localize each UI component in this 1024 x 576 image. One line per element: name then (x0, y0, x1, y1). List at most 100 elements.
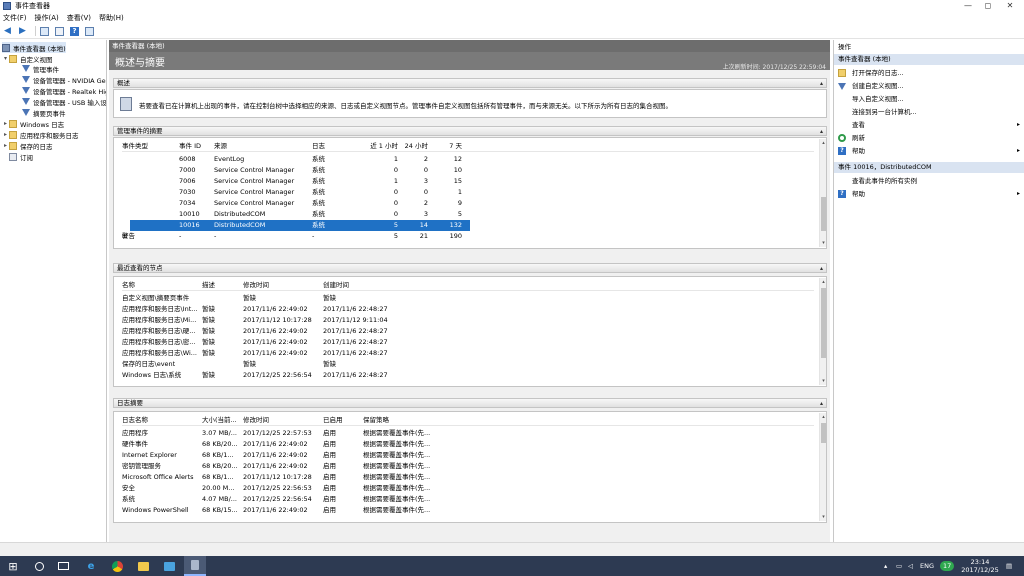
action-item[interactable]: 创建自定义视图... (838, 80, 1023, 92)
close-button[interactable]: ✕ (998, 0, 1022, 12)
action-item[interactable]: 打开保存的日志... (838, 67, 1023, 79)
forward-arrow-icon[interactable]: ▶ (17, 26, 28, 37)
column-header[interactable]: 创建时间 (323, 280, 399, 291)
chrome-icon[interactable] (106, 556, 128, 576)
actions-group-local[interactable]: 事件查看器 (本地) (834, 54, 1024, 65)
expand-plus-icon[interactable]: ⊞ (122, 231, 127, 242)
tree-item-summary-events[interactable]: 摘要页事件 (22, 107, 66, 118)
log-row[interactable]: Microsoft Office Alerts 68 KB/1... 2017/11… (122, 472, 814, 483)
event-row[interactable]: 10016 DistributedCOM 系统 5 14 132 (130, 220, 470, 231)
column-header[interactable]: 修改时间 (243, 280, 319, 291)
edge-browser-icon[interactable]: e (80, 556, 102, 576)
overview-section-header[interactable]: 概述 ▴ (113, 78, 827, 88)
log-summary-section-header[interactable]: 日志摘要 ▴ (113, 398, 827, 408)
log-row[interactable]: Windows PowerShell 68 KB/15... 2017/11/6 2… (122, 505, 814, 516)
language-indicator[interactable]: ENG (920, 556, 934, 576)
event-row[interactable]: 7000 Service Control Manager 系统 0 0 10 (130, 165, 470, 176)
log-row[interactable]: 安全 20.00 M... 2017/12/25 22:56:53 启用 根据需要覆盖事… (122, 483, 814, 494)
scroll-up-icon[interactable]: ▴ (820, 413, 827, 421)
menu-file[interactable]: 文件(F) (3, 13, 27, 23)
event-row[interactable]: 7006 Service Control Manager 系统 1 3 15 (130, 176, 470, 187)
security-badge[interactable]: 17 (940, 556, 955, 576)
clock[interactable]: 23:14 2017/12/25 (958, 556, 1002, 576)
column-header[interactable]: 事件 ID (179, 141, 209, 152)
collapse-caret-icon[interactable]: ▴ (820, 264, 823, 273)
column-header[interactable]: 事件类型 (122, 141, 172, 152)
task-view-icon[interactable] (52, 556, 74, 576)
collapse-caret-icon[interactable]: ▴ (820, 79, 823, 88)
log-row[interactable]: 应用程序 3.07 MB/... 2017/12/25 22:57:53 启用 根据需要… (122, 428, 814, 439)
tree-item-device-usb[interactable]: 设备管理器 - USB 输入设备 (22, 96, 106, 107)
managed-events-scrollbar[interactable]: ▴ ▾ (819, 139, 826, 247)
column-header[interactable]: 近 1 小时 (354, 141, 398, 152)
recent-node-row[interactable]: Windows 日志\系统 暂缺 2017/12/25 22:56:54 2017/1… (122, 370, 814, 381)
volume-icon[interactable]: ◁ (908, 556, 913, 576)
tree-item-saved-logs[interactable]: ▸ 保存的日志 (2, 140, 53, 151)
event-row[interactable]: 警告 - - - 5 21 190 ⊞ (122, 231, 470, 242)
scroll-thumb[interactable] (821, 288, 826, 358)
help-icon[interactable]: ? (69, 26, 80, 37)
column-header[interactable]: 24 小时 (402, 141, 428, 152)
expand-icon[interactable]: ▸ (2, 120, 9, 127)
column-header[interactable]: 名称 (122, 280, 200, 291)
action-item[interactable]: 刷新 (838, 132, 1023, 144)
column-header[interactable]: 来源 (214, 141, 304, 152)
collapse-icon[interactable]: ▾ (2, 55, 9, 62)
maximize-button[interactable]: ◻ (976, 0, 1000, 12)
menu-view[interactable]: 查看(V) (67, 13, 91, 23)
collapse-caret-icon[interactable]: ▴ (820, 127, 823, 136)
event-viewer-taskbar-icon[interactable] (184, 556, 206, 576)
scroll-down-icon[interactable]: ▾ (820, 377, 827, 385)
collapse-caret-icon[interactable]: ▴ (820, 399, 823, 408)
recent-node-row[interactable]: 应用程序和服务日志\Mi... 暂缺 2017/11/12 10:17:28 2017… (122, 315, 814, 326)
recent-node-row[interactable]: 应用程序和服务日志\硬... 暂缺 2017/11/6 22:49:02 2017/1… (122, 326, 814, 337)
notification-icon[interactable]: ▤ (1006, 556, 1012, 576)
tree-item-windows-logs[interactable]: ▸ Windows 日志 (2, 118, 64, 129)
menu-action[interactable]: 操作(A) (35, 13, 59, 23)
tree-item-device-nvidia[interactable]: 设备管理器 - NVIDIA GeForce (22, 74, 106, 85)
action-item[interactable]: 查看此事件的所有实例 (838, 175, 1023, 187)
scroll-thumb[interactable] (821, 423, 826, 443)
event-row[interactable]: 7034 Service Control Manager 系统 0 2 9 (130, 198, 470, 209)
column-header[interactable]: 描述 (202, 280, 238, 291)
managed-events-section-header[interactable]: 管理事件的摘要 ▴ (113, 126, 827, 136)
recent-node-row[interactable]: 自定义视图\摘要页事件 暂缺 暂缺 (122, 293, 814, 304)
tree-root-local[interactable]: 事件查看器 (本地) (2, 42, 66, 53)
column-header[interactable]: 大小(当前... (202, 415, 240, 426)
column-header[interactable]: 保留策略 (363, 415, 441, 426)
store-icon[interactable] (158, 556, 180, 576)
column-header[interactable]: 日志 (312, 141, 352, 152)
column-header[interactable]: 修改时间 (243, 415, 319, 426)
recent-node-row[interactable]: 应用程序和服务日志\密... 暂缺 2017/11/6 22:49:02 2017/1… (122, 337, 814, 348)
column-header[interactable]: 7 天 (432, 141, 462, 152)
scroll-down-icon[interactable]: ▾ (820, 513, 827, 521)
recent-node-row[interactable]: 保存的日志\event 暂缺 暂缺 (122, 359, 814, 370)
log-row[interactable]: 密钥管理服务 68 KB/20... 2017/11/6 22:49:02 启用 根据需… (122, 461, 814, 472)
event-row[interactable]: 7030 Service Control Manager 系统 0 0 1 (130, 187, 470, 198)
recent-nodes-section-header[interactable]: 最近查看的节点 ▴ (113, 263, 827, 273)
search-circle-icon[interactable] (28, 556, 50, 576)
tree-item-app-service-logs[interactable]: ▸ 应用程序和服务日志 (2, 129, 79, 140)
expand-icon[interactable]: ▸ (2, 131, 9, 138)
column-header[interactable]: 已启用 (323, 415, 353, 426)
tree-item-admin-events[interactable]: 管理事件 (22, 63, 59, 74)
recent-node-row[interactable]: 应用程序和服务日志\Int... 暂缺 2017/11/6 22:49:02 2017… (122, 304, 814, 315)
start-windows-icon[interactable]: ⊞ (0, 556, 26, 576)
action-item[interactable]: 连接到另一台计算机... (838, 106, 1023, 118)
action-item[interactable]: ? 帮助 ▸ (838, 188, 1023, 200)
tree-item-device-realtek[interactable]: 设备管理器 - Realtek High (22, 85, 106, 96)
network-icon[interactable]: ▭ (896, 556, 902, 576)
log-row[interactable]: 系统 4.07 MB/... 2017/12/25 22:56:54 启用 根据需要覆盖… (122, 494, 814, 505)
action-item[interactable]: 查看 ▸ (838, 119, 1023, 131)
scroll-thumb[interactable] (821, 197, 826, 231)
file-explorer-icon[interactable] (132, 556, 154, 576)
tree-item-subscriptions[interactable]: 订阅 (9, 151, 33, 162)
show-hide-tree-icon[interactable] (39, 26, 50, 37)
log-summary-scrollbar[interactable]: ▴ ▾ (819, 413, 826, 521)
recent-nodes-scrollbar[interactable]: ▴ ▾ (819, 278, 826, 385)
event-row[interactable]: 10010 DistributedCOM 系统 0 3 5 (130, 209, 470, 220)
menu-help[interactable]: 帮助(H) (99, 13, 124, 23)
show-action-pane-icon[interactable] (84, 26, 95, 37)
expand-icon[interactable]: ▸ (2, 142, 9, 149)
back-arrow-icon[interactable]: ◀ (2, 26, 13, 37)
